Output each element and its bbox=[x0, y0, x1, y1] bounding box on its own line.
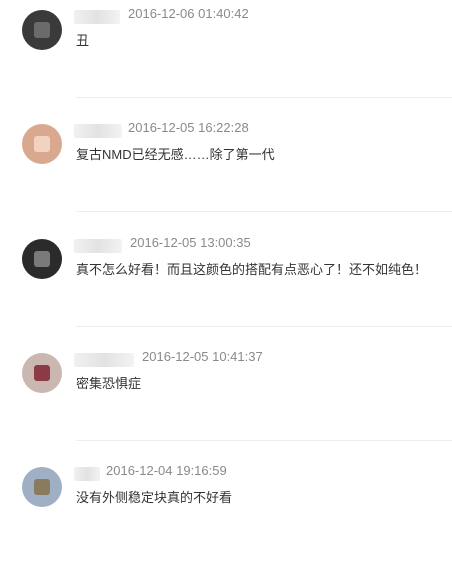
username-blurred[interactable] bbox=[74, 124, 122, 138]
username-blurred[interactable] bbox=[74, 467, 100, 481]
comment-item: 2016-12-05 13:00:35 真不怎么好看！而且这颜色的搭配有点恶心了… bbox=[0, 229, 452, 343]
avatar[interactable] bbox=[22, 467, 62, 507]
divider bbox=[76, 211, 452, 212]
avatar-blur bbox=[34, 136, 50, 152]
comment-text: 丑 bbox=[76, 33, 90, 48]
comment-timestamp: 2016-12-05 10:41:37 bbox=[142, 349, 263, 364]
comment-item: 2016-12-06 01:40:42 丑 bbox=[0, 0, 452, 114]
comment-text: 真不怎么好看！而且这颜色的搭配有点恶心了！还不如纯色！ bbox=[76, 262, 428, 277]
avatar-blur bbox=[34, 22, 50, 38]
avatar[interactable] bbox=[22, 10, 62, 50]
comment-timestamp: 2016-12-05 13:00:35 bbox=[130, 235, 251, 250]
comment-item: 2016-12-05 10:41:37 密集恐惧症 bbox=[0, 343, 452, 457]
comment-text: 密集恐惧症 bbox=[76, 376, 142, 391]
divider bbox=[76, 326, 452, 327]
username-blurred[interactable] bbox=[74, 10, 120, 24]
comment-timestamp: 2016-12-05 16:22:28 bbox=[128, 120, 249, 135]
avatar-blur bbox=[34, 479, 50, 495]
username-blurred[interactable] bbox=[74, 353, 134, 367]
username-blurred[interactable] bbox=[74, 239, 122, 253]
comment-item: 2016-12-05 16:22:28 复古NMD已经无感……除了第一代 bbox=[0, 114, 452, 228]
avatar-blur bbox=[34, 251, 50, 267]
comment-timestamp: 2016-12-04 19:16:59 bbox=[106, 463, 227, 478]
comment-item: 2016-12-04 19:16:59 没有外侧稳定块真的不好看 bbox=[0, 457, 452, 571]
avatar[interactable] bbox=[22, 353, 62, 393]
comment-timestamp: 2016-12-06 01:40:42 bbox=[128, 6, 249, 21]
avatar[interactable] bbox=[22, 239, 62, 279]
avatar-blur bbox=[34, 365, 50, 381]
divider bbox=[76, 97, 452, 98]
avatar[interactable] bbox=[22, 124, 62, 164]
divider bbox=[76, 440, 452, 441]
comment-text: 没有外侧稳定块真的不好看 bbox=[76, 490, 233, 505]
comment-text: 复古NMD已经无感……除了第一代 bbox=[76, 147, 275, 162]
